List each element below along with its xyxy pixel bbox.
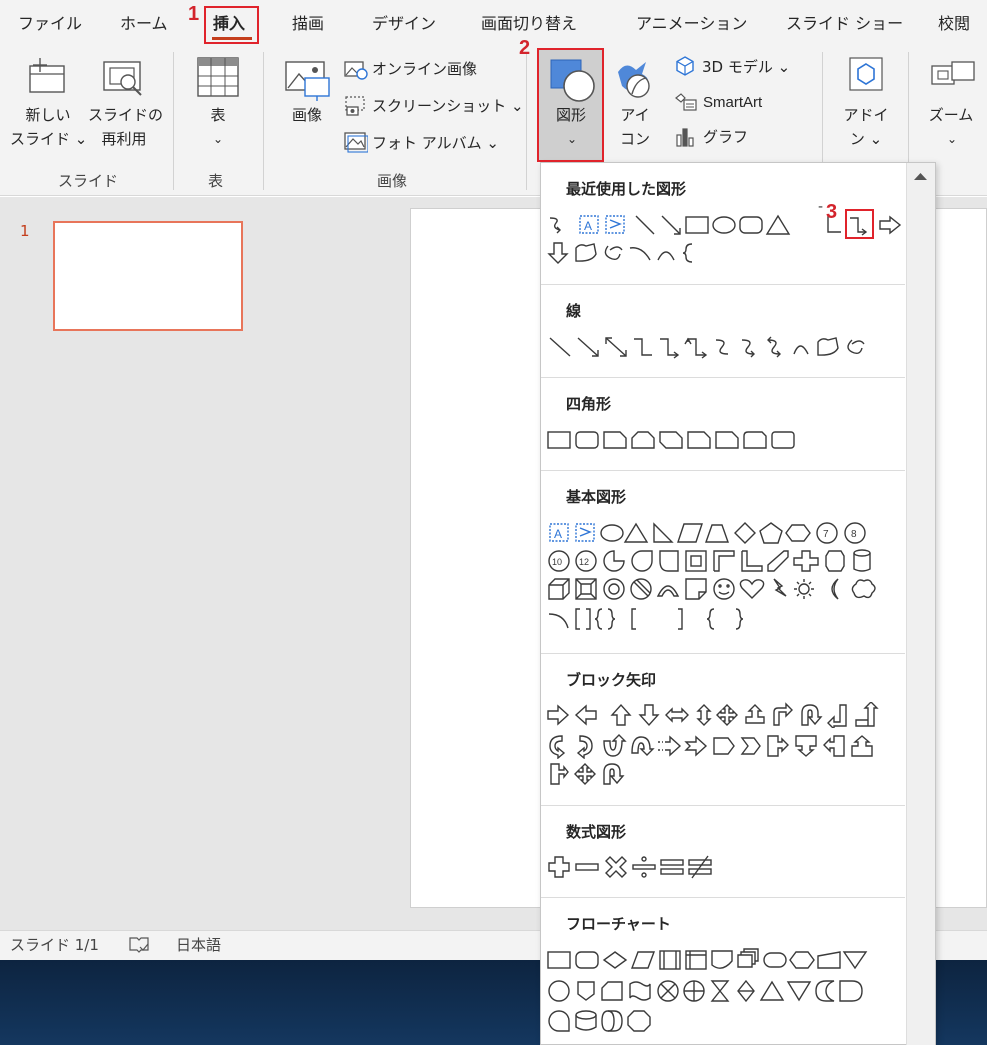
annotation-highlight-elbow-arrow-connector	[845, 209, 874, 239]
flowchart-row-3[interactable]	[546, 1008, 906, 1034]
group-separator	[263, 52, 264, 190]
zoom-icon[interactable]	[930, 60, 976, 96]
section-divider	[541, 805, 905, 806]
section-basic-shapes-title: 基本図形	[566, 488, 627, 506]
new-slide-label-2[interactable]: スライド ⌄	[10, 128, 87, 150]
section-lines-title: 線	[566, 302, 582, 320]
chart-button[interactable]: グラフ	[703, 127, 748, 147]
table-icon[interactable]	[196, 56, 240, 104]
accessibility-check-icon[interactable]	[128, 935, 150, 959]
block-arrows-row-1[interactable]	[546, 702, 906, 728]
svg-text:12: 12	[579, 557, 589, 567]
scroll-up-button[interactable]	[908, 166, 933, 188]
add-ins-label-2[interactable]: ン ⌄	[836, 128, 896, 150]
new-slide-icon[interactable]	[24, 56, 70, 104]
icons-icon[interactable]	[612, 56, 660, 108]
chevron-down-icon[interactable]: ⌄	[942, 128, 962, 150]
basic-shapes-row-2[interactable]: 10 12	[546, 548, 906, 574]
tab-design[interactable]: デザイン	[372, 10, 436, 34]
section-recent-shapes-title: 最近使用した図形	[566, 180, 687, 198]
tab-file[interactable]: ファイル	[18, 10, 82, 34]
section-rectangles-title: 四角形	[566, 395, 612, 413]
slide-thumbnail[interactable]	[53, 221, 243, 331]
flowchart-row-1[interactable]	[546, 947, 906, 973]
add-ins-icon[interactable]	[848, 56, 884, 96]
annotation-highlight-insert-tab	[204, 6, 259, 44]
screenshot-button[interactable]: スクリーンショット ⌄	[372, 96, 524, 116]
tab-transitions[interactable]: 画面切り替え	[481, 10, 577, 34]
svg-text:8: 8	[851, 529, 857, 540]
tab-draw[interactable]: 描画	[292, 10, 324, 34]
picture-icon[interactable]	[283, 56, 333, 106]
annotation-number: 3	[826, 201, 838, 223]
gallery-scrollbar[interactable]	[906, 163, 935, 1045]
image-label[interactable]: 画像	[284, 104, 330, 126]
slide-number: 1	[20, 222, 30, 240]
section-divider	[541, 377, 905, 378]
basic-shapes-row-1[interactable]: A 7 8	[546, 520, 906, 546]
photo-album-button[interactable]: フォト アルバム ⌄	[372, 133, 499, 153]
online-image-button[interactable]: オンライン画像	[372, 59, 477, 79]
section-divider	[541, 897, 905, 898]
chevron-down-icon[interactable]: ⌄	[208, 128, 228, 150]
tab-slideshow[interactable]: スライド ショー	[786, 10, 903, 34]
section-flowchart-title: フローチャート	[566, 915, 671, 933]
section-divider	[541, 284, 905, 285]
online-image-icon[interactable]	[344, 60, 368, 84]
rectangles-row[interactable]	[546, 427, 906, 453]
block-arrows-row-2[interactable]	[546, 733, 906, 759]
3d-model-button[interactable]: 3D モデル ⌄	[702, 57, 790, 77]
svg-text:A: A	[554, 527, 562, 541]
3d-model-icon[interactable]	[675, 56, 695, 80]
reuse-slides-label-2[interactable]: 再利用	[92, 128, 156, 150]
lines-row[interactable]	[546, 334, 906, 360]
block-arrows-row-3[interactable]	[546, 761, 906, 787]
section-divider	[541, 470, 905, 471]
photo-album-icon[interactable]	[344, 131, 369, 157]
equation-shapes-row[interactable]	[546, 854, 906, 880]
language-status[interactable]: 日本語	[176, 934, 221, 955]
slide-count-status[interactable]: スライド 1/1	[10, 934, 99, 955]
screenshot-icon[interactable]	[344, 95, 368, 121]
reuse-slides-label-1[interactable]: スライドの	[88, 104, 163, 126]
chart-icon[interactable]	[675, 126, 697, 152]
section-equation-shapes-title: 数式図形	[566, 823, 627, 841]
group-label-images: 画像	[377, 172, 408, 190]
smartart-button[interactable]: SmartArt	[703, 93, 762, 113]
section-block-arrows-title: ブロック矢印	[566, 671, 657, 689]
stray-mark: -	[818, 199, 824, 215]
reuse-slides-icon[interactable]	[100, 58, 146, 104]
svg-text:A: A	[584, 219, 592, 233]
group-separator	[173, 52, 174, 190]
icons-label-1[interactable]: アイ	[616, 104, 654, 126]
tab-animations[interactable]: アニメーション	[636, 10, 747, 34]
tab-review[interactable]: 校閲	[938, 10, 970, 34]
annotation-highlight-shapes-button	[537, 48, 604, 162]
smartart-icon[interactable]	[675, 92, 697, 116]
add-ins-label-1[interactable]: アドイ	[836, 104, 896, 126]
flowchart-row-2[interactable]	[546, 978, 906, 1004]
new-slide-label-1[interactable]: 新しい	[20, 104, 76, 126]
icons-label-2[interactable]: コン	[616, 128, 654, 150]
group-separator	[526, 52, 527, 190]
group-label-slides: スライド	[58, 172, 119, 190]
svg-text:10: 10	[552, 557, 562, 567]
table-label[interactable]: 表	[200, 104, 236, 126]
basic-shapes-row-3[interactable]	[546, 576, 906, 602]
recent-shapes-row-2[interactable]	[546, 240, 906, 266]
svg-text:7: 7	[823, 529, 829, 540]
section-divider	[541, 653, 905, 654]
annotation-number: 1	[188, 3, 200, 25]
tab-home[interactable]: ホーム	[120, 10, 168, 34]
group-label-table: 表	[208, 172, 224, 190]
basic-shapes-row-4[interactable]	[546, 606, 906, 632]
zoom-label[interactable]: ズーム	[918, 104, 984, 126]
annotation-number: 2	[519, 37, 531, 59]
